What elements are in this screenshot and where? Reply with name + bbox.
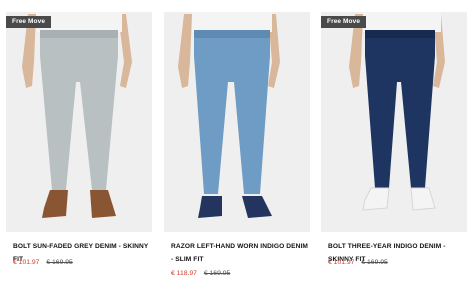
product-price: € 101.97 € 169.95 bbox=[13, 258, 73, 268]
sale-price: € 101.97 bbox=[328, 259, 355, 266]
free-move-badge: Free Move bbox=[6, 16, 52, 28]
sale-price: € 101.97 bbox=[13, 259, 40, 266]
model-jeans-illustration bbox=[22, 12, 132, 218]
product-card[interactable]: RAZOR LEFT-HAND WORN INDIGO DENIM - SLIM… bbox=[164, 12, 310, 282]
product-image[interactable]: Free Move bbox=[6, 12, 152, 232]
original-price: € 169.95 bbox=[46, 259, 73, 266]
model-jeans-illustration bbox=[349, 12, 445, 211]
product-title[interactable]: RAZOR LEFT-HAND WORN INDIGO DENIM - SLIM… bbox=[171, 240, 311, 266]
product-card[interactable]: Free Move BOLT SUN-FADED GREY DENIM - SK… bbox=[6, 12, 152, 282]
product-image[interactable] bbox=[164, 12, 310, 232]
product-price: € 101.97 € 169.95 bbox=[328, 258, 388, 268]
free-move-badge: Free Move bbox=[321, 16, 367, 28]
model-jeans-illustration bbox=[178, 12, 280, 218]
product-price: € 118.97 € 169.95 bbox=[171, 269, 230, 279]
product-image[interactable]: Free Move bbox=[321, 12, 467, 232]
product-grid: Free Move BOLT SUN-FADED GREY DENIM - SK… bbox=[0, 0, 475, 285]
sale-price: € 118.97 bbox=[171, 270, 197, 277]
original-price: € 169.95 bbox=[203, 270, 231, 277]
product-card[interactable]: Free Move BOLT THREE-YEAR INDIGO DENIM -… bbox=[321, 12, 467, 282]
original-price: € 169.95 bbox=[361, 259, 388, 266]
